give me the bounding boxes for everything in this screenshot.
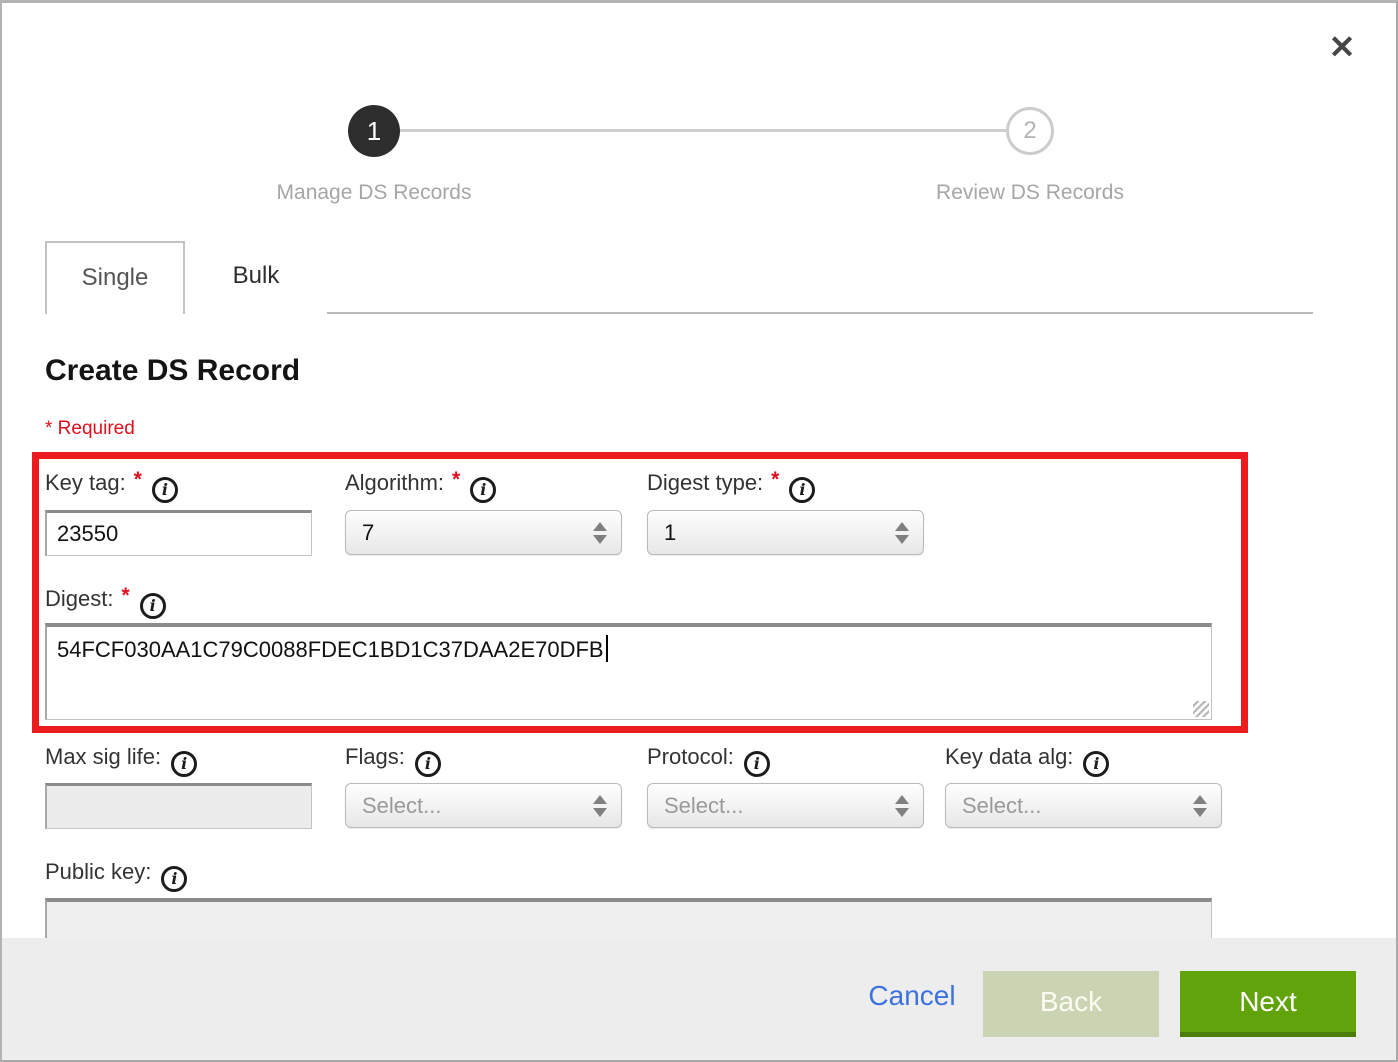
required-asterisk: * — [134, 468, 142, 491]
close-icon[interactable]: ✕ — [1320, 25, 1364, 69]
protocol-label: Protocol: i — [647, 744, 770, 777]
info-icon[interactable]: i — [744, 751, 770, 777]
flags-label-text: Flags: — [345, 744, 405, 769]
algorithm-select[interactable]: 7 — [345, 510, 622, 555]
stepper-step-1-label: Manage DS Records — [224, 181, 524, 205]
max-sig-life-label: Max sig life: i — [45, 744, 197, 777]
info-icon[interactable]: i — [171, 751, 197, 777]
info-icon[interactable]: i — [470, 477, 496, 503]
info-icon[interactable]: i — [152, 477, 178, 503]
info-icon[interactable]: i — [1083, 751, 1109, 777]
required-asterisk: * — [452, 468, 460, 491]
create-ds-record-modal: ✕ 1 2 Manage DS Records Review DS Record… — [0, 0, 1398, 1062]
required-asterisk: * — [771, 468, 779, 491]
key-data-alg-select[interactable]: Select... — [945, 783, 1222, 828]
key-tag-label: Key tag: * i — [45, 470, 178, 503]
flags-label: Flags: i — [345, 744, 441, 777]
digest-type-label-text: Digest type: — [647, 470, 763, 495]
stepper-step-2-circle: 2 — [1006, 107, 1054, 155]
required-asterisk: * — [121, 584, 129, 607]
back-button[interactable]: Back — [983, 971, 1159, 1037]
next-button[interactable]: Next — [1180, 971, 1356, 1037]
select-spinner-icon — [593, 520, 607, 546]
modal-footer: Cancel Back Next — [2, 938, 1396, 1060]
key-tag-label-text: Key tag: — [45, 470, 126, 495]
key-data-alg-label: Key data alg: i — [945, 744, 1109, 777]
resize-handle[interactable] — [1193, 701, 1209, 717]
digest-type-select-value: 1 — [664, 511, 676, 554]
flags-select-value: Select... — [362, 784, 441, 827]
info-icon[interactable]: i — [161, 866, 187, 892]
required-note: * Required — [45, 418, 135, 440]
max-sig-life-input[interactable] — [45, 783, 312, 829]
tabs-underline — [185, 312, 1313, 314]
text-cursor — [606, 635, 608, 662]
digest-type-label: Digest type: * i — [647, 470, 815, 503]
public-key-label: Public key: i — [45, 859, 187, 892]
stepper-step-2-label: Review DS Records — [880, 181, 1180, 205]
page-title: Create DS Record — [45, 354, 300, 388]
public-key-label-text: Public key: — [45, 859, 151, 884]
digest-textarea[interactable]: 54FCF030AA1C79C0088FDEC1BD1C37DAA2E70DFB — [45, 623, 1212, 720]
cancel-button[interactable]: Cancel — [852, 980, 972, 1012]
algorithm-label: Algorithm: * i — [345, 470, 496, 503]
stepper-connector-line — [400, 129, 1008, 132]
digest-label-text: Digest: — [45, 586, 113, 611]
tab-single[interactable]: Single — [45, 241, 185, 314]
algorithm-label-text: Algorithm: — [345, 470, 444, 495]
digest-value: 54FCF030AA1C79C0088FDEC1BD1C37DAA2E70DFB — [57, 637, 604, 662]
algorithm-select-value: 7 — [362, 511, 374, 554]
select-spinner-icon — [895, 520, 909, 546]
key-data-alg-label-text: Key data alg: — [945, 744, 1073, 769]
stepper-step-1-circle: 1 — [348, 105, 400, 157]
protocol-select-value: Select... — [664, 784, 743, 827]
max-sig-life-label-text: Max sig life: — [45, 744, 161, 769]
protocol-label-text: Protocol: — [647, 744, 734, 769]
info-icon[interactable]: i — [415, 751, 441, 777]
digest-type-select[interactable]: 1 — [647, 510, 924, 555]
digest-label: Digest: * i — [45, 586, 166, 619]
protocol-select[interactable]: Select... — [647, 783, 924, 828]
key-data-alg-select-value: Select... — [962, 784, 1041, 827]
info-icon[interactable]: i — [789, 477, 815, 503]
tab-bulk[interactable]: Bulk — [185, 241, 327, 314]
info-icon[interactable]: i — [140, 593, 166, 619]
select-spinner-icon — [593, 793, 607, 819]
key-tag-input[interactable] — [45, 510, 312, 556]
select-spinner-icon — [1193, 793, 1207, 819]
flags-select[interactable]: Select... — [345, 783, 622, 828]
select-spinner-icon — [895, 793, 909, 819]
